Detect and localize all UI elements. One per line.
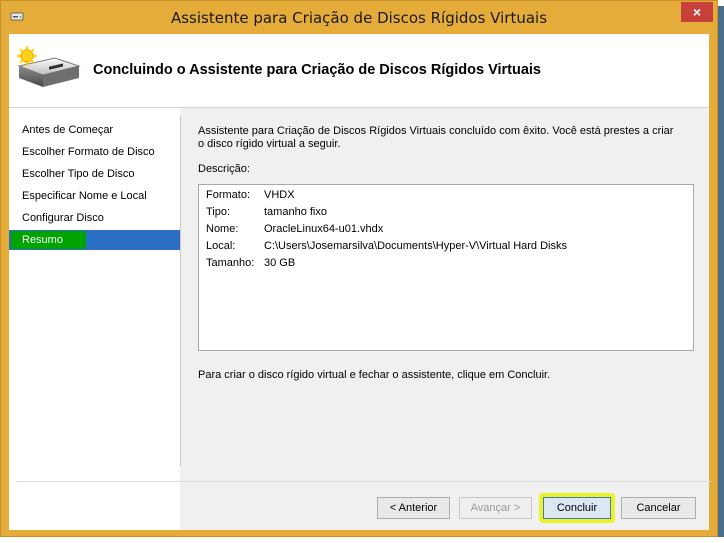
title-bar[interactable]: Assistente para Criação de Discos Rígido… [1, 1, 717, 34]
description-value: VHDX [264, 189, 295, 201]
page-title: Concluindo o Assistente para Criação de … [93, 62, 541, 78]
background-window-strip-bottom [0, 537, 724, 543]
description-label: Descrição: [198, 163, 250, 175]
description-box[interactable]: Formato: VHDX Tipo: tamanho fixo Nome: Orac… [198, 184, 694, 351]
wizard-client-area: Concluindo o Assistente para Criação de … [9, 34, 711, 530]
description-key: Tamanho: [206, 257, 255, 269]
intro-text: Assistente para Criação de Discos Rígido… [198, 125, 674, 150]
new-disk-icon [13, 44, 83, 98]
nav-item-escolher-formato[interactable]: Escolher Formato de Disco [9, 142, 180, 162]
nav-item-escolher-tipo[interactable]: Escolher Tipo de Disco [9, 164, 180, 184]
description-value: tamanho fixo [264, 206, 327, 218]
nav-item-especificar-nome[interactable]: Especificar Nome e Local [9, 186, 180, 206]
description-value: C:\Users\Josemarsilva\Documents\Hyper-V\… [264, 240, 567, 252]
next-button[interactable]: Avançar > [459, 497, 532, 519]
description-row: Tipo: tamanho fixo [206, 204, 327, 221]
description-key: Local: [206, 240, 236, 252]
nav-item-label: Resumo [11, 231, 86, 249]
finish-button[interactable]: Concluir [543, 497, 611, 519]
description-row: Nome: OracleLinux64-u01.vhdx [206, 221, 383, 238]
description-row: Local: C:\Users\Josemarsilva\Documents\Hy… [206, 238, 567, 255]
description-key: Formato: [206, 189, 251, 201]
nav-item-configurar-disco[interactable]: Configurar Disco [9, 208, 180, 228]
wizard-steps-nav: Antes de Começar Escolher Formato de Dis… [9, 108, 180, 530]
description-key: Tipo: [206, 206, 231, 218]
cancel-button[interactable]: Cancelar [621, 497, 696, 519]
close-button[interactable]: × [681, 2, 713, 22]
wizard-header: Concluindo o Assistente para Criação de … [9, 34, 709, 108]
description-value: 30 GB [264, 257, 296, 269]
finish-instructions: Para criar o disco rígido virtual e fech… [198, 369, 551, 381]
description-key: Nome: [206, 223, 239, 235]
description-value: OracleLinux64-u01.vhdx [264, 223, 384, 235]
nav-item-resumo[interactable]: Resumo [9, 230, 180, 250]
nav-divider [180, 116, 181, 466]
description-row: Formato: VHDX [206, 187, 295, 204]
nav-item-antes-de-comecar[interactable]: Antes de Começar [9, 120, 180, 140]
wizard-window: Assistente para Criação de Discos Rígido… [0, 0, 718, 537]
window-title: Assistente para Criação de Discos Rígido… [170, 9, 548, 27]
previous-button[interactable]: < Anterior [377, 497, 450, 519]
description-row: Tamanho: 30 GB [206, 255, 295, 272]
footer-divider [17, 481, 711, 482]
